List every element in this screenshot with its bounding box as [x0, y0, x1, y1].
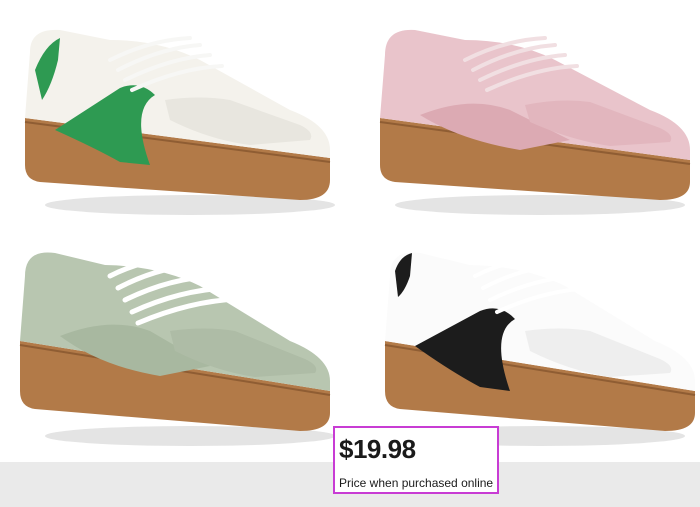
product-image-grid: [0, 0, 700, 462]
sneaker-illustration-sage: [19, 252, 335, 446]
product-image-shoe-sage[interactable]: [0, 231, 350, 462]
price-note: Price when purchased online: [339, 476, 494, 490]
price-highlight-box: $19.98 Price when purchased online: [333, 426, 499, 494]
sneaker-illustration-white-green: [24, 29, 335, 215]
product-image-shoe-white-green[interactable]: [0, 0, 350, 231]
sneaker-illustration-pink: [379, 29, 691, 215]
price-amount: $19.98: [339, 434, 416, 464]
product-image-shoe-pink[interactable]: [350, 0, 700, 231]
